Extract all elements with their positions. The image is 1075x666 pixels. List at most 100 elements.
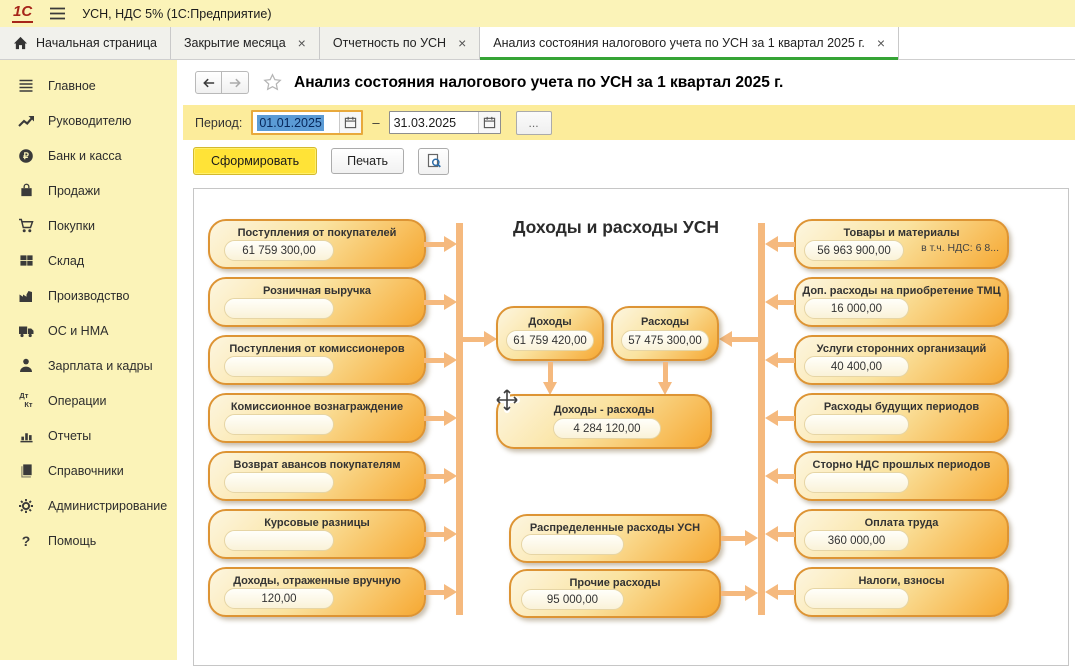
node-label: Товары и материалы [796,221,1007,239]
tab[interactable]: Отчетность по УСН× [320,27,480,59]
tab[interactable]: Закрытие месяца× [171,27,320,59]
node-value [804,588,909,609]
node-label: Поступления от комиссионеров [210,337,424,355]
period-more-button[interactable]: ... [516,111,552,135]
diagram-node[interactable]: Доп. расходы на приобретение ТМЦ16 000,0… [794,277,1009,327]
sidebar-item-help[interactable]: ?Помощь [0,523,177,558]
sidebar-item-grid[interactable]: Склад [0,243,177,278]
flow-arrow-right-icon [745,585,758,601]
main-menu-icon[interactable] [49,7,66,20]
node-value [224,530,334,551]
node-label: Комиссионное вознаграждение [210,395,424,413]
diagram-node[interactable]: Курсовые разницы [208,509,426,559]
node-value [224,356,334,377]
node-value: 40 400,00 [804,356,909,377]
person-icon [17,357,35,375]
period-to-field[interactable]: 31.03.2025 [389,111,501,134]
diagram-node[interactable]: Услуги сторонних организаций40 400,00 [794,335,1009,385]
sidebar-item-ruble[interactable]: ₽Банк и касса [0,138,177,173]
diagram-node[interactable]: Возврат авансов покупателям [208,451,426,501]
sidebar-item-label: Администрирование [48,499,167,513]
sidebar-item-books[interactable]: Справочники [0,453,177,488]
print-button[interactable]: Печать [331,148,404,174]
grid-icon [17,252,35,270]
sidebar-item-gear[interactable]: Администрирование [0,488,177,523]
diagram-node[interactable]: Комиссионное вознаграждение [208,393,426,443]
diagram-node[interactable]: Прочие расходы95 000,00 [509,569,721,618]
diagram-node[interactable]: Поступления от покупателей61 759 300,00 [208,219,426,269]
diagram-node[interactable]: Товары и материалы56 963 900,00в т.ч. НД… [794,219,1009,269]
sidebar-item-cart[interactable]: Покупки [0,208,177,243]
tab-close-icon[interactable]: × [458,36,466,50]
favorite-star-icon[interactable] [263,73,282,92]
sidebar-item-bag[interactable]: Продажи [0,173,177,208]
flow-arrow-shaft [424,532,444,537]
node-value [521,534,624,555]
calendar-icon[interactable] [339,112,361,133]
sidebar-item-trend[interactable]: Руководителю [0,103,177,138]
diagram-node[interactable]: Сторно НДС прошлых периодов [794,451,1009,501]
sidebar-item-label: Склад [48,254,84,268]
factory-icon [17,287,35,305]
diagram-node[interactable]: Доходы - расходы4 284 120,00 [496,394,712,449]
flow-arrow-shaft [778,474,795,479]
diagram-node[interactable]: Доходы, отраженные вручную120,00 [208,567,426,617]
flow-arrow-shaft [778,532,795,537]
bag-icon [17,182,35,200]
ruble-icon: ₽ [17,147,35,165]
tab-close-icon[interactable]: × [298,36,306,50]
sidebar-item-label: Главное [48,79,96,93]
node-value [224,472,334,493]
node-value: 61 759 420,00 [506,330,594,351]
main-content: Анализ состояния налогового учета по УСН… [183,60,1075,660]
period-to-input[interactable]: 31.03.2025 [390,112,478,133]
dtkt-icon: ДтКт [17,392,35,410]
period-from-input[interactable]: 01.01.2025 [253,112,339,133]
diagram-node[interactable]: Поступления от комиссионеров [208,335,426,385]
flow-arrow-shaft [778,300,795,305]
diagram-node[interactable]: Налоги, взносы [794,567,1009,617]
sidebar-item-person[interactable]: Зарплата и кадры [0,348,177,383]
calendar-icon[interactable] [478,112,500,133]
cart-icon [17,217,35,235]
sidebar-item-truck[interactable]: ОС и НМА [0,313,177,348]
diagram-node[interactable]: Розничная выручка [208,277,426,327]
period-from-field[interactable]: 01.01.2025 [251,110,363,135]
window-titlebar: 1С УСН, НДС 5% (1С:Предприятие) [0,0,1075,27]
flow-arrow-shaft [721,536,745,541]
sidebar-item-menu[interactable]: Главное [0,68,177,103]
report-header: Анализ состояния налогового учета по УСН… [183,60,1075,105]
sidebar-item-factory[interactable]: Производство [0,278,177,313]
print-preview-button[interactable] [418,148,449,175]
diagram-node[interactable]: Доходы61 759 420,00 [496,306,604,361]
sidebar-item-chart[interactable]: Отчеты [0,418,177,453]
node-label: Доходы [498,308,602,328]
generate-button[interactable]: Сформировать [193,147,317,175]
flow-arrow-left-icon [765,584,778,600]
flow-arrow-right-icon [745,530,758,546]
flow-line [456,223,463,615]
diagram-title: Доходы и расходы УСН [486,217,746,238]
period-dash: – [372,115,379,130]
sidebar-item-label: Операции [48,394,106,408]
forward-button[interactable] [222,71,249,94]
flow-arrow-left-icon [765,352,778,368]
window-title: УСН, НДС 5% (1С:Предприятие) [82,7,271,21]
diagram-node[interactable]: Расходы будущих периодов [794,393,1009,443]
tab[interactable]: Анализ состояния налогового учета по УСН… [480,27,899,59]
diagram-node[interactable]: Расходы57 475 300,00 [611,306,719,361]
period-bar: Период: 01.01.2025 – 31.03.2025 ... [183,105,1075,140]
flow-arrow-shaft [424,300,444,305]
flow-arrow-shaft [424,590,444,595]
tab[interactable]: Начальная страница [0,27,171,59]
tab-close-icon[interactable]: × [877,36,885,50]
node-label: Доходы - расходы [498,396,710,416]
move-cursor-icon [493,386,521,414]
sidebar-item-dtkt[interactable]: ДтКт Операции [0,383,177,418]
diagram-node[interactable]: Распределенные расходы УСН [509,514,721,563]
flow-arrow-shaft [424,242,444,247]
node-label: Расходы будущих периодов [796,395,1007,413]
diagram-node[interactable]: Оплата труда360 000,00 [794,509,1009,559]
back-button[interactable] [195,71,222,94]
menu-icon [17,77,35,95]
